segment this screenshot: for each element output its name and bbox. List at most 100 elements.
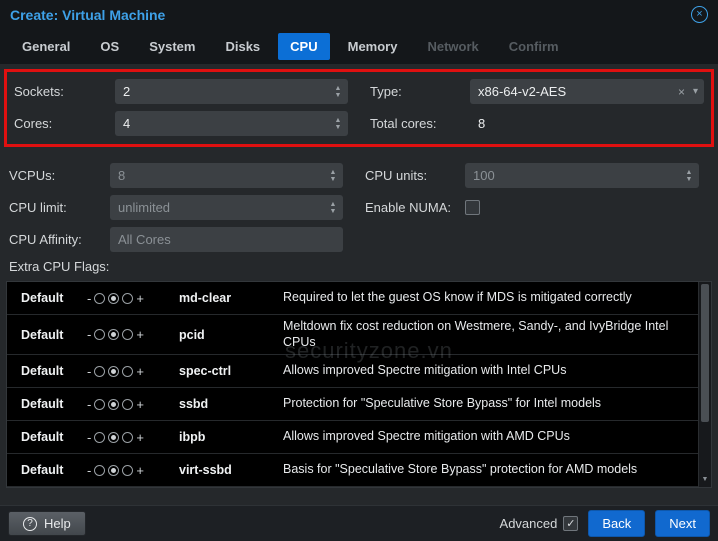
cpu-units-value: 100 <box>473 168 495 183</box>
help-icon: ? <box>23 516 37 531</box>
enable-numa-label: Enable NUMA: <box>365 200 451 215</box>
plus-icon[interactable]: + <box>136 430 144 445</box>
cpu-panel: Sockets: 2 ▲ ▼ Type: x86-64-v2-AES × ▾ C… <box>0 64 718 505</box>
sockets-spinner[interactable]: 2 ▲ ▼ <box>115 79 348 104</box>
radio-on-icon[interactable] <box>122 292 134 304</box>
radio-off-icon[interactable] <box>94 329 106 341</box>
tab-network: Network <box>427 39 479 54</box>
flag-state: Default <box>21 291 64 305</box>
flag-state: Default <box>21 397 64 412</box>
radio-default-icon[interactable] <box>108 431 120 443</box>
table-scrollbar[interactable]: ▼ <box>698 282 711 488</box>
radio-on-icon[interactable] <box>122 365 134 377</box>
plus-icon[interactable]: + <box>136 463 144 478</box>
cpu-units-spinner[interactable]: 100 ▲ ▼ <box>465 163 699 188</box>
tab-system[interactable]: System <box>137 33 207 60</box>
vcpus-value: 8 <box>118 168 126 183</box>
dialog-title: Create: Virtual Machine <box>10 6 166 23</box>
radio-on-icon[interactable] <box>122 431 134 443</box>
cpu-limit-spinner[interactable]: unlimited ▲ ▼ <box>110 195 343 220</box>
spinner-arrows-icon[interactable]: ▲ ▼ <box>326 195 340 220</box>
next-button[interactable]: Next <box>655 510 710 537</box>
radio-off-icon[interactable] <box>94 398 106 410</box>
spinner-down-icon[interactable]: ▼ <box>682 176 696 183</box>
radio-off-icon[interactable] <box>94 431 106 443</box>
spinner-down-icon[interactable]: ▼ <box>331 124 345 131</box>
cpu-affinity-input[interactable]: All Cores <box>110 227 343 252</box>
help-button[interactable]: ? Help <box>8 511 86 536</box>
radio-off-icon[interactable] <box>94 464 106 476</box>
radio-default-icon[interactable] <box>108 464 120 476</box>
advanced-checkbox[interactable]: ✓ <box>563 516 579 531</box>
flag-tristate-slider[interactable]: - + <box>87 397 179 412</box>
scroll-down-icon[interactable]: ▼ <box>699 473 711 486</box>
chevron-down-icon[interactable]: ▾ <box>693 86 698 97</box>
table-row: Default - + ibpb Allows improved Spectre… <box>7 421 711 455</box>
spinner-down-icon[interactable]: ▼ <box>326 208 340 215</box>
dialog-footer: ? Help Advanced ✓ Back Next <box>0 505 718 541</box>
cpu-flags-table: Default - + md-clear Required to let the… <box>6 281 712 489</box>
flag-name: ibpb <box>179 430 206 445</box>
spinner-arrows-icon[interactable]: ▲ ▼ <box>331 111 345 136</box>
flag-tristate-slider[interactable]: - + <box>87 430 179 445</box>
close-icon[interactable]: × <box>691 6 708 23</box>
flag-tristate-slider[interactable]: - + <box>87 364 179 379</box>
spinner-arrows-icon[interactable]: ▲ ▼ <box>682 163 696 188</box>
spinner-up-icon[interactable]: ▲ <box>331 85 345 92</box>
minus-icon[interactable]: - <box>87 397 91 412</box>
flag-tristate-slider[interactable]: - + <box>87 291 179 306</box>
radio-off-icon[interactable] <box>94 292 106 304</box>
cpu-affinity-value: All Cores <box>118 232 171 247</box>
highlight-annotation-box: Sockets: 2 ▲ ▼ Type: x86-64-v2-AES × ▾ C… <box>4 69 714 147</box>
spinner-up-icon[interactable]: ▲ <box>682 169 696 176</box>
radio-default-icon[interactable] <box>108 398 120 410</box>
radio-on-icon[interactable] <box>122 329 134 341</box>
tab-os[interactable]: OS <box>88 33 131 60</box>
tab-general[interactable]: General <box>10 33 82 60</box>
spinner-up-icon[interactable]: ▲ <box>331 117 345 124</box>
advanced-toggle[interactable]: Advanced ✓ <box>500 516 579 531</box>
type-combobox[interactable]: x86-64-v2-AES × ▾ <box>470 79 704 104</box>
scrollbar-thumb[interactable] <box>701 284 709 422</box>
table-row: Default - + spec-ctrl Allows improved Sp… <box>7 355 711 389</box>
clear-icon[interactable]: × <box>678 85 685 99</box>
tab-disks[interactable]: Disks <box>213 33 272 60</box>
flag-state: Default <box>21 463 64 478</box>
vcpus-spinner[interactable]: 8 ▲ ▼ <box>110 163 343 188</box>
sockets-value: 2 <box>123 84 131 99</box>
flag-tristate-slider[interactable]: - + <box>87 463 179 478</box>
plus-icon[interactable]: + <box>136 327 144 342</box>
spinner-arrows-icon[interactable]: ▲ ▼ <box>326 163 340 188</box>
cpu-units-label: CPU units: <box>365 168 428 183</box>
tab-memory[interactable]: Memory <box>336 33 410 60</box>
minus-icon[interactable]: - <box>87 430 91 445</box>
minus-icon[interactable]: - <box>87 291 91 306</box>
radio-default-icon[interactable] <box>108 292 120 304</box>
flag-name: pcid <box>179 327 205 342</box>
plus-icon[interactable]: + <box>136 364 144 379</box>
vcpus-label: VCPUs: <box>9 168 56 183</box>
radio-on-icon[interactable] <box>122 464 134 476</box>
cores-spinner[interactable]: 4 ▲ ▼ <box>115 111 348 136</box>
radio-on-icon[interactable] <box>122 398 134 410</box>
plus-icon[interactable]: + <box>136 397 144 412</box>
spinner-up-icon[interactable]: ▲ <box>326 169 340 176</box>
plus-icon[interactable]: + <box>136 291 144 306</box>
spinner-down-icon[interactable]: ▼ <box>331 92 345 99</box>
back-button[interactable]: Back <box>588 510 646 537</box>
table-row: Default - + md-clear Required to let the… <box>7 282 711 315</box>
spinner-arrows-icon[interactable]: ▲ ▼ <box>331 79 345 104</box>
minus-icon[interactable]: - <box>87 327 91 342</box>
radio-default-icon[interactable] <box>108 329 120 341</box>
cpu-limit-value: unlimited <box>118 200 171 215</box>
flag-tristate-slider[interactable]: - + <box>87 327 179 342</box>
flag-name: spec-ctrl <box>179 364 232 379</box>
minus-icon[interactable]: - <box>87 364 91 379</box>
radio-default-icon[interactable] <box>108 365 120 377</box>
minus-icon[interactable]: - <box>87 463 91 478</box>
spinner-up-icon[interactable]: ▲ <box>326 201 340 208</box>
radio-off-icon[interactable] <box>94 365 106 377</box>
enable-numa-checkbox[interactable] <box>465 200 480 215</box>
tab-cpu[interactable]: CPU <box>278 33 330 60</box>
spinner-down-icon[interactable]: ▼ <box>326 176 340 183</box>
